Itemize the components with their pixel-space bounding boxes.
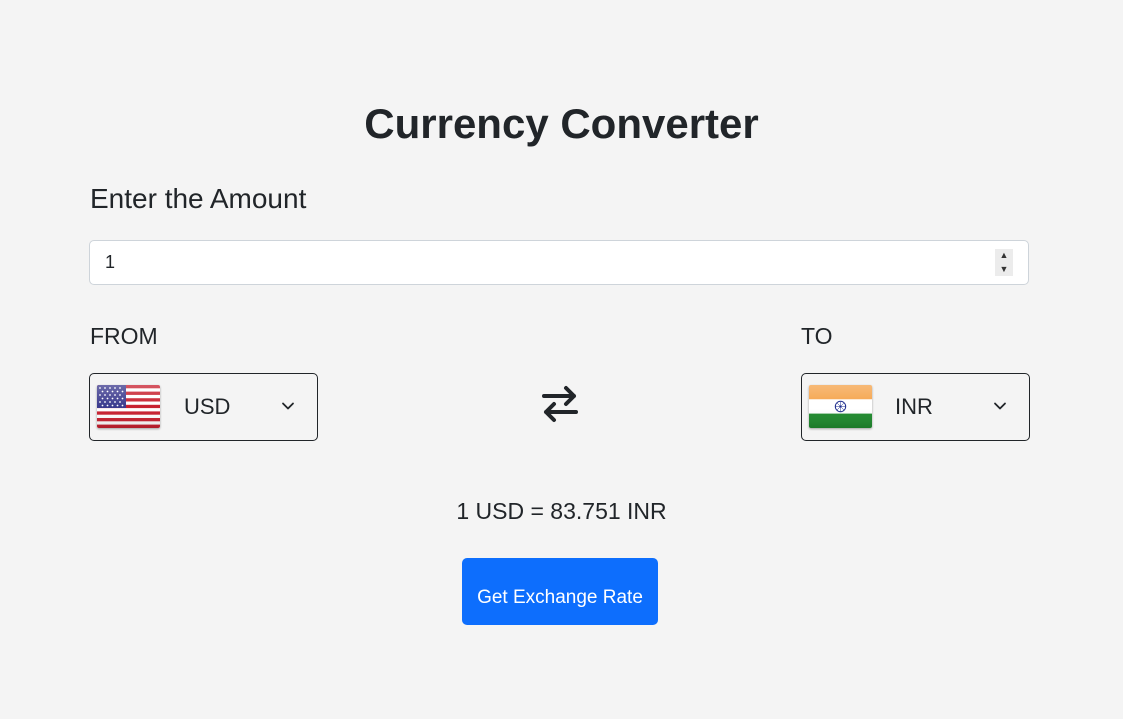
us-flag-icon [97, 385, 160, 428]
stepper-up-icon[interactable]: ▲ [1000, 249, 1009, 262]
amount-input[interactable] [105, 241, 985, 284]
stepper-down-icon[interactable]: ▼ [1000, 263, 1009, 276]
to-currency-select[interactable]: INR [801, 373, 1030, 441]
exchange-rate-result: 1 USD = 83.751 INR [456, 498, 667, 524]
from-currency-select[interactable]: USD [89, 373, 318, 441]
amount-label: Enter the Amount [90, 183, 307, 214]
swap-arrows-icon[interactable] [540, 382, 580, 426]
chevron-down-icon[interactable] [281, 399, 295, 413]
to-currency-code: INR [895, 394, 933, 419]
amount-field[interactable]: ▲ ▼ [89, 240, 1029, 285]
converter-page: Currency Converter Enter the Amount ▲ ▼ … [0, 0, 1123, 719]
amount-stepper[interactable]: ▲ ▼ [995, 249, 1013, 276]
india-flag-icon [809, 385, 872, 428]
from-label: FROM [90, 323, 158, 349]
chevron-down-icon[interactable] [993, 399, 1007, 413]
to-label: TO [801, 323, 833, 349]
get-exchange-rate-button[interactable]: Get Exchange Rate [462, 558, 658, 625]
page-title: Currency Converter [364, 100, 759, 147]
from-currency-code: USD [184, 394, 231, 419]
